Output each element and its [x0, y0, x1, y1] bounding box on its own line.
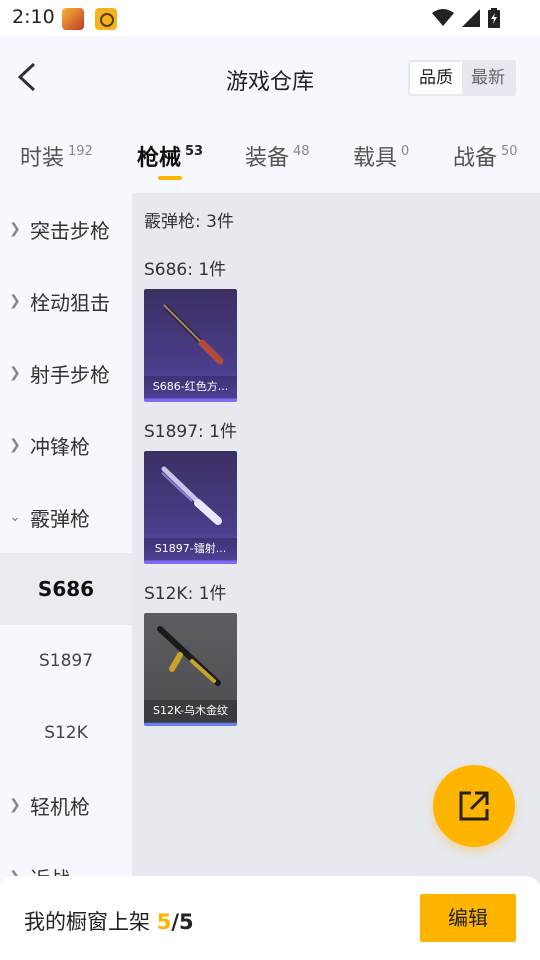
shotgun-image-icon: [157, 626, 221, 686]
active-tab-indicator: [158, 176, 182, 180]
sidebar-subitem-s12k[interactable]: S12K: [0, 697, 132, 769]
notification-app-icon: [62, 8, 84, 30]
item-card-label: S1897-镭射...: [144, 538, 237, 560]
chevron-down-icon: ⌄: [9, 509, 21, 525]
chevron-right-icon: ❯: [9, 365, 21, 381]
system-status-icons: [432, 8, 500, 28]
share-fab-button[interactable]: [433, 765, 515, 847]
sidebar-item-shotgun[interactable]: ⌄ 霰弹枪: [0, 481, 132, 553]
sort-by-quality[interactable]: 品质: [410, 62, 462, 94]
category-sidebar: ❯ 突击步枪 ❯ 栓动狙击 ❯ 射手步枪 ❯ 冲锋枪 ⌄ 霰弹枪 S686 S1897 S…: [0, 193, 132, 883]
tab-fashion[interactable]: 时装 192: [20, 140, 93, 172]
item-card-s12k[interactable]: S12K-乌木金纹: [144, 613, 237, 726]
rarity-bar: [144, 399, 237, 402]
showcase-total: 5: [178, 910, 194, 934]
tab-tactical[interactable]: 战备 50: [453, 140, 518, 172]
sidebar-item-lmg[interactable]: ❯ 轻机枪: [0, 769, 132, 841]
header: 游戏仓库 品质 最新: [0, 36, 540, 120]
item-card-s1897[interactable]: S1897-镭射...: [144, 451, 237, 564]
status-bar: 2:10: [0, 0, 540, 36]
battery-icon: [488, 8, 500, 28]
showcase-bar: 我的橱窗上架 5/5 编辑: [0, 876, 540, 960]
item-card-label: S12K-乌木金纹: [144, 700, 237, 722]
chevron-right-icon: ❯: [9, 221, 21, 237]
category-tabs: 时装 192 枪械 53 装备 48 载具 0 战备 50: [0, 120, 540, 192]
tab-firearms[interactable]: 枪械 53: [137, 140, 203, 172]
chevron-right-icon: ❯: [9, 797, 21, 813]
tab-equipment[interactable]: 装备 48: [245, 140, 310, 172]
item-card-s686[interactable]: S686-红色方...: [144, 289, 237, 402]
sidebar-subitem-s1897[interactable]: S1897: [0, 625, 132, 697]
sidebar-item-assault-rifle[interactable]: ❯ 突击步枪: [0, 193, 132, 265]
edit-button[interactable]: 编辑: [420, 894, 516, 942]
sidebar-item-marksman-rifle[interactable]: ❯ 射手步枪: [0, 337, 132, 409]
share-external-icon: [459, 791, 489, 821]
shotgun-image-icon: [163, 304, 224, 365]
signal-icon: [462, 9, 480, 27]
tab-vehicles[interactable]: 载具 0: [353, 140, 409, 172]
section-title-s1897: S1897: 1件: [144, 422, 238, 442]
sidebar-item-smg[interactable]: ❯ 冲锋枪: [0, 409, 132, 481]
sort-toggle: 品质 最新: [408, 60, 516, 96]
group-title: 霰弹枪: 3件: [144, 212, 234, 232]
chevron-right-icon: ❯: [9, 437, 21, 453]
showcase-status: 我的橱窗上架 5/5: [24, 910, 194, 934]
sidebar-subitem-s686[interactable]: S686: [0, 553, 132, 625]
status-time: 2:10: [12, 6, 55, 28]
section-title-s686: S686: 1件: [144, 260, 227, 280]
notification-app-icon-2: [95, 8, 117, 30]
wifi-icon: [432, 9, 454, 26]
section-title-s12k: S12K: 1件: [144, 584, 227, 604]
sidebar-item-bolt-sniper[interactable]: ❯ 栓动狙击: [0, 265, 132, 337]
rarity-bar: [144, 561, 237, 564]
chevron-right-icon: ❯: [9, 293, 21, 309]
item-card-label: S686-红色方...: [144, 376, 237, 398]
shotgun-image-icon: [161, 466, 222, 525]
showcase-count: 5: [156, 910, 172, 934]
rarity-bar: [144, 723, 237, 726]
sort-by-latest[interactable]: 最新: [462, 62, 514, 94]
